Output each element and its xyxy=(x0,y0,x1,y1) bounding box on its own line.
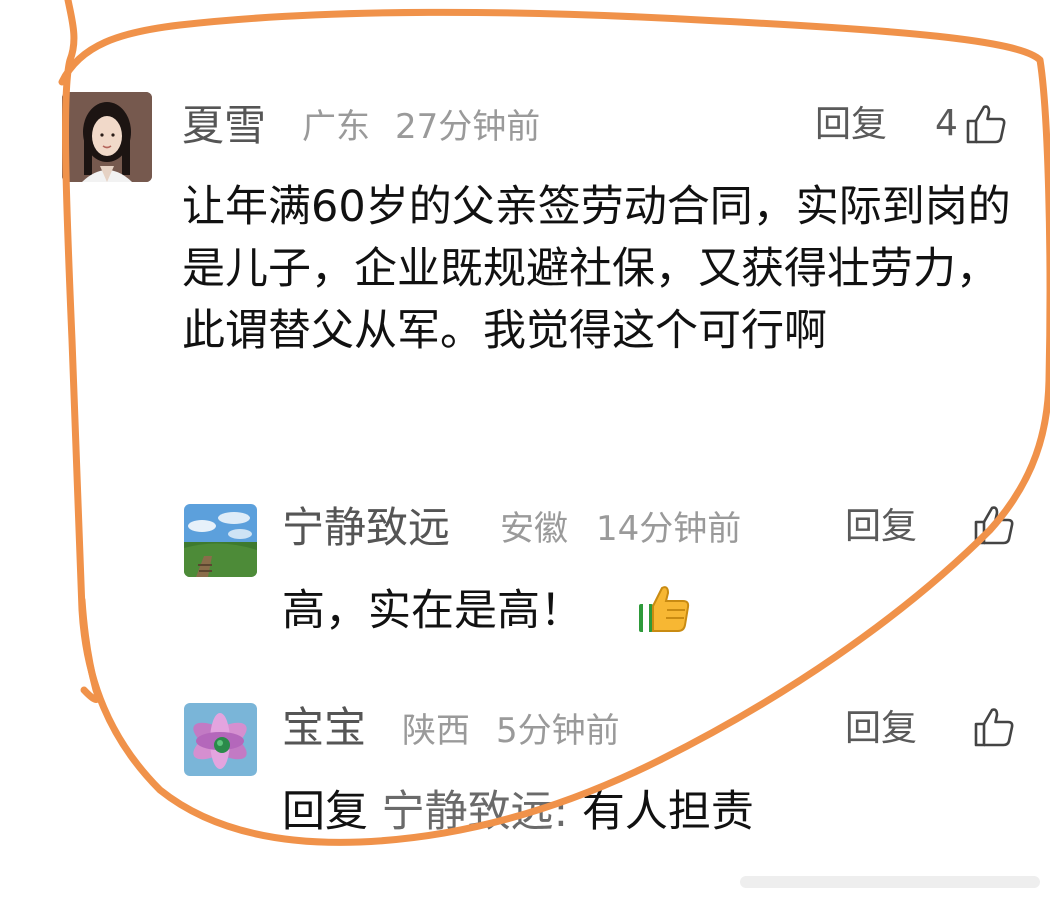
flower-photo-icon xyxy=(184,703,257,776)
reply-reply-button[interactable]: 回复 xyxy=(845,706,917,752)
comment-location: 广东 xyxy=(302,107,370,147)
thumbs-up-emoji xyxy=(636,580,692,636)
reply-location: 安徽 xyxy=(500,509,568,549)
reply-location: 陕西 xyxy=(402,711,470,751)
woman-portrait-icon xyxy=(62,92,152,182)
reply-text: 高，实在是高！ xyxy=(282,586,583,636)
thumbs-up-icon xyxy=(974,708,1014,747)
reply-body: 回复 宁静致远: 有人担责 xyxy=(282,781,754,843)
comment-avatar[interactable] xyxy=(62,92,152,182)
comment-time: 27分钟前 xyxy=(395,107,541,147)
reply-time: 14分钟前 xyxy=(596,509,742,549)
comment-text: 让年满60岁的父亲签劳动合同，实际到岗的是儿子，企业既规避社保，又获得壮劳力，此… xyxy=(182,182,1011,356)
reply-author[interactable]: 宁静致远 xyxy=(282,500,450,556)
reply-text: 有人担责 xyxy=(581,787,754,837)
thumbs-up-icon xyxy=(966,105,1006,144)
like-count: 4 xyxy=(935,103,958,144)
reply-like-button[interactable] xyxy=(972,704,1016,750)
reply-avatar[interactable] xyxy=(184,504,257,577)
reply-time: 5分钟前 xyxy=(496,711,620,751)
reply-target[interactable]: 宁静致远: xyxy=(382,787,569,837)
thumbs-up-icon xyxy=(974,506,1014,545)
reply-avatar[interactable] xyxy=(184,703,257,776)
comment-author[interactable]: 夏雪 xyxy=(182,98,266,154)
reply-prefix: 回复 xyxy=(282,787,368,837)
reply-author[interactable]: 宝宝 xyxy=(282,700,366,756)
reply-reply-button[interactable]: 回复 xyxy=(845,504,917,550)
landscape-photo-icon xyxy=(184,504,257,577)
reply-like-button[interactable] xyxy=(972,502,1016,548)
comment-reply-button[interactable]: 回复 xyxy=(815,102,887,148)
watermark xyxy=(740,872,1040,894)
comment-like-button[interactable]: 4 xyxy=(935,98,1008,150)
